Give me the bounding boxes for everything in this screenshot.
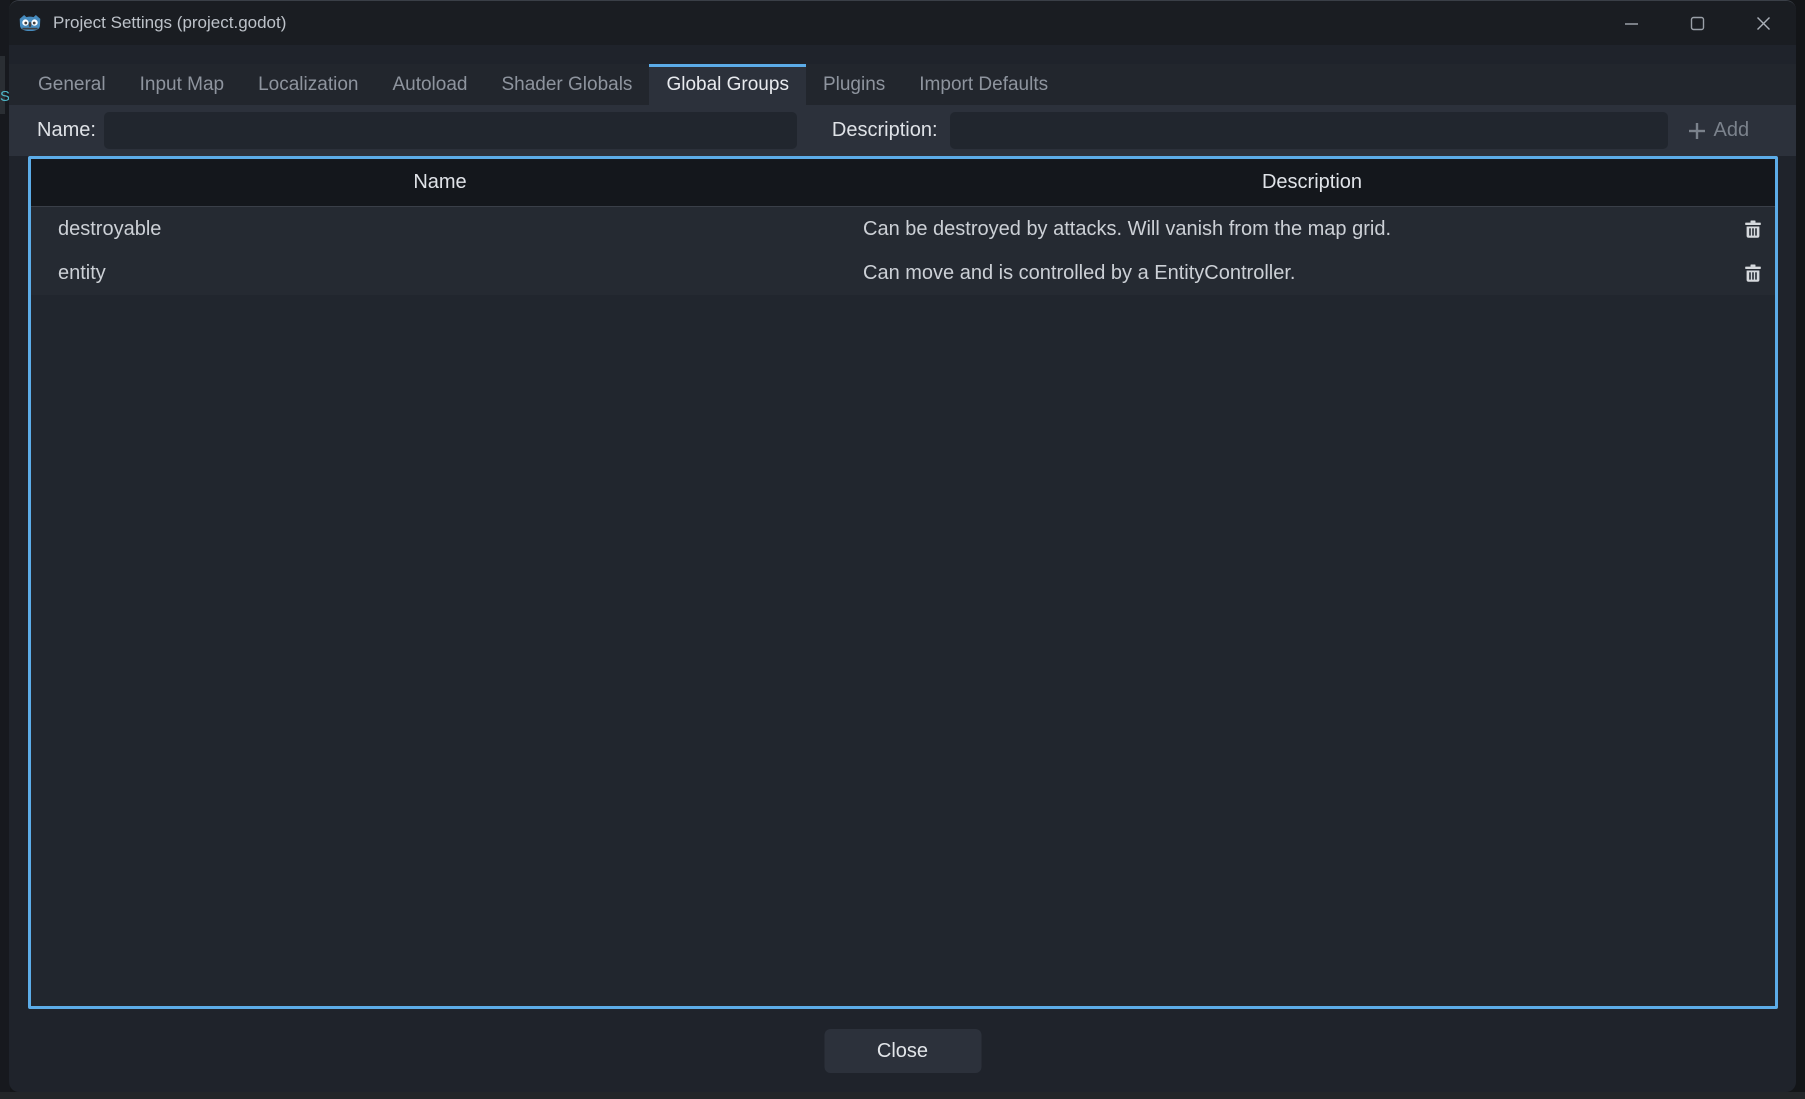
background-fragment — [0, 56, 5, 114]
tab-general[interactable]: General — [21, 64, 123, 105]
minimize-button[interactable] — [1598, 1, 1664, 45]
minimize-icon — [1624, 16, 1639, 31]
table-row[interactable]: entity Can move and is controlled by a E… — [31, 251, 1775, 295]
tab-shader-globals[interactable]: Shader Globals — [484, 64, 649, 105]
titlebar: Project Settings (project.godot) — [9, 1, 1796, 45]
add-group-button[interactable]: Add — [1678, 112, 1759, 149]
group-create-toolbar: Name: Description: Add — [9, 105, 1796, 156]
row-group-name: destroyable — [31, 218, 849, 241]
delete-group-button[interactable] — [1742, 218, 1764, 240]
row-group-name: entity — [31, 262, 849, 285]
tab-autoload[interactable]: Autoload — [375, 64, 484, 105]
maximize-button[interactable] — [1664, 1, 1730, 45]
table-row[interactable]: destroyable Can be destroyed by attacks.… — [31, 207, 1775, 251]
maximize-icon — [1690, 16, 1705, 31]
delete-group-button[interactable] — [1742, 262, 1764, 284]
background-bottom-strip — [0, 1092, 1805, 1099]
settings-tab-bar: General Input Map Localization Autoload … — [9, 64, 1796, 105]
window-title: Project Settings (project.godot) — [53, 13, 286, 33]
close-dialog-button[interactable]: Close — [824, 1029, 981, 1073]
project-settings-window: Project Settings (project.godot) General… — [9, 0, 1796, 1092]
tab-localization[interactable]: Localization — [241, 64, 375, 105]
row-group-description: Can be destroyed by attacks. Will vanish… — [849, 218, 1742, 241]
godot-logo-icon — [17, 10, 43, 36]
plus-icon — [1687, 121, 1707, 141]
tab-plugins[interactable]: Plugins — [806, 64, 902, 105]
tab-import-defaults[interactable]: Import Defaults — [902, 64, 1065, 105]
close-window-button[interactable] — [1730, 1, 1796, 45]
table-header: Name Description — [31, 159, 1775, 207]
column-header-description[interactable]: Description — [849, 159, 1775, 206]
tab-global-groups[interactable]: Global Groups — [649, 64, 806, 105]
name-label: Name: — [37, 119, 96, 142]
tab-input-map[interactable]: Input Map — [123, 64, 242, 105]
description-input[interactable] — [950, 112, 1668, 149]
global-groups-table: Name Description destroyable Can be dest… — [28, 156, 1778, 1009]
row-group-description: Can move and is controlled by a EntityCo… — [849, 262, 1742, 285]
trash-icon — [1743, 263, 1763, 283]
add-button-label: Add — [1714, 119, 1750, 142]
trash-icon — [1743, 219, 1763, 239]
name-input[interactable] — [104, 112, 797, 149]
close-icon — [1756, 16, 1771, 31]
column-header-name[interactable]: Name — [31, 159, 849, 206]
description-label: Description: — [832, 119, 938, 142]
